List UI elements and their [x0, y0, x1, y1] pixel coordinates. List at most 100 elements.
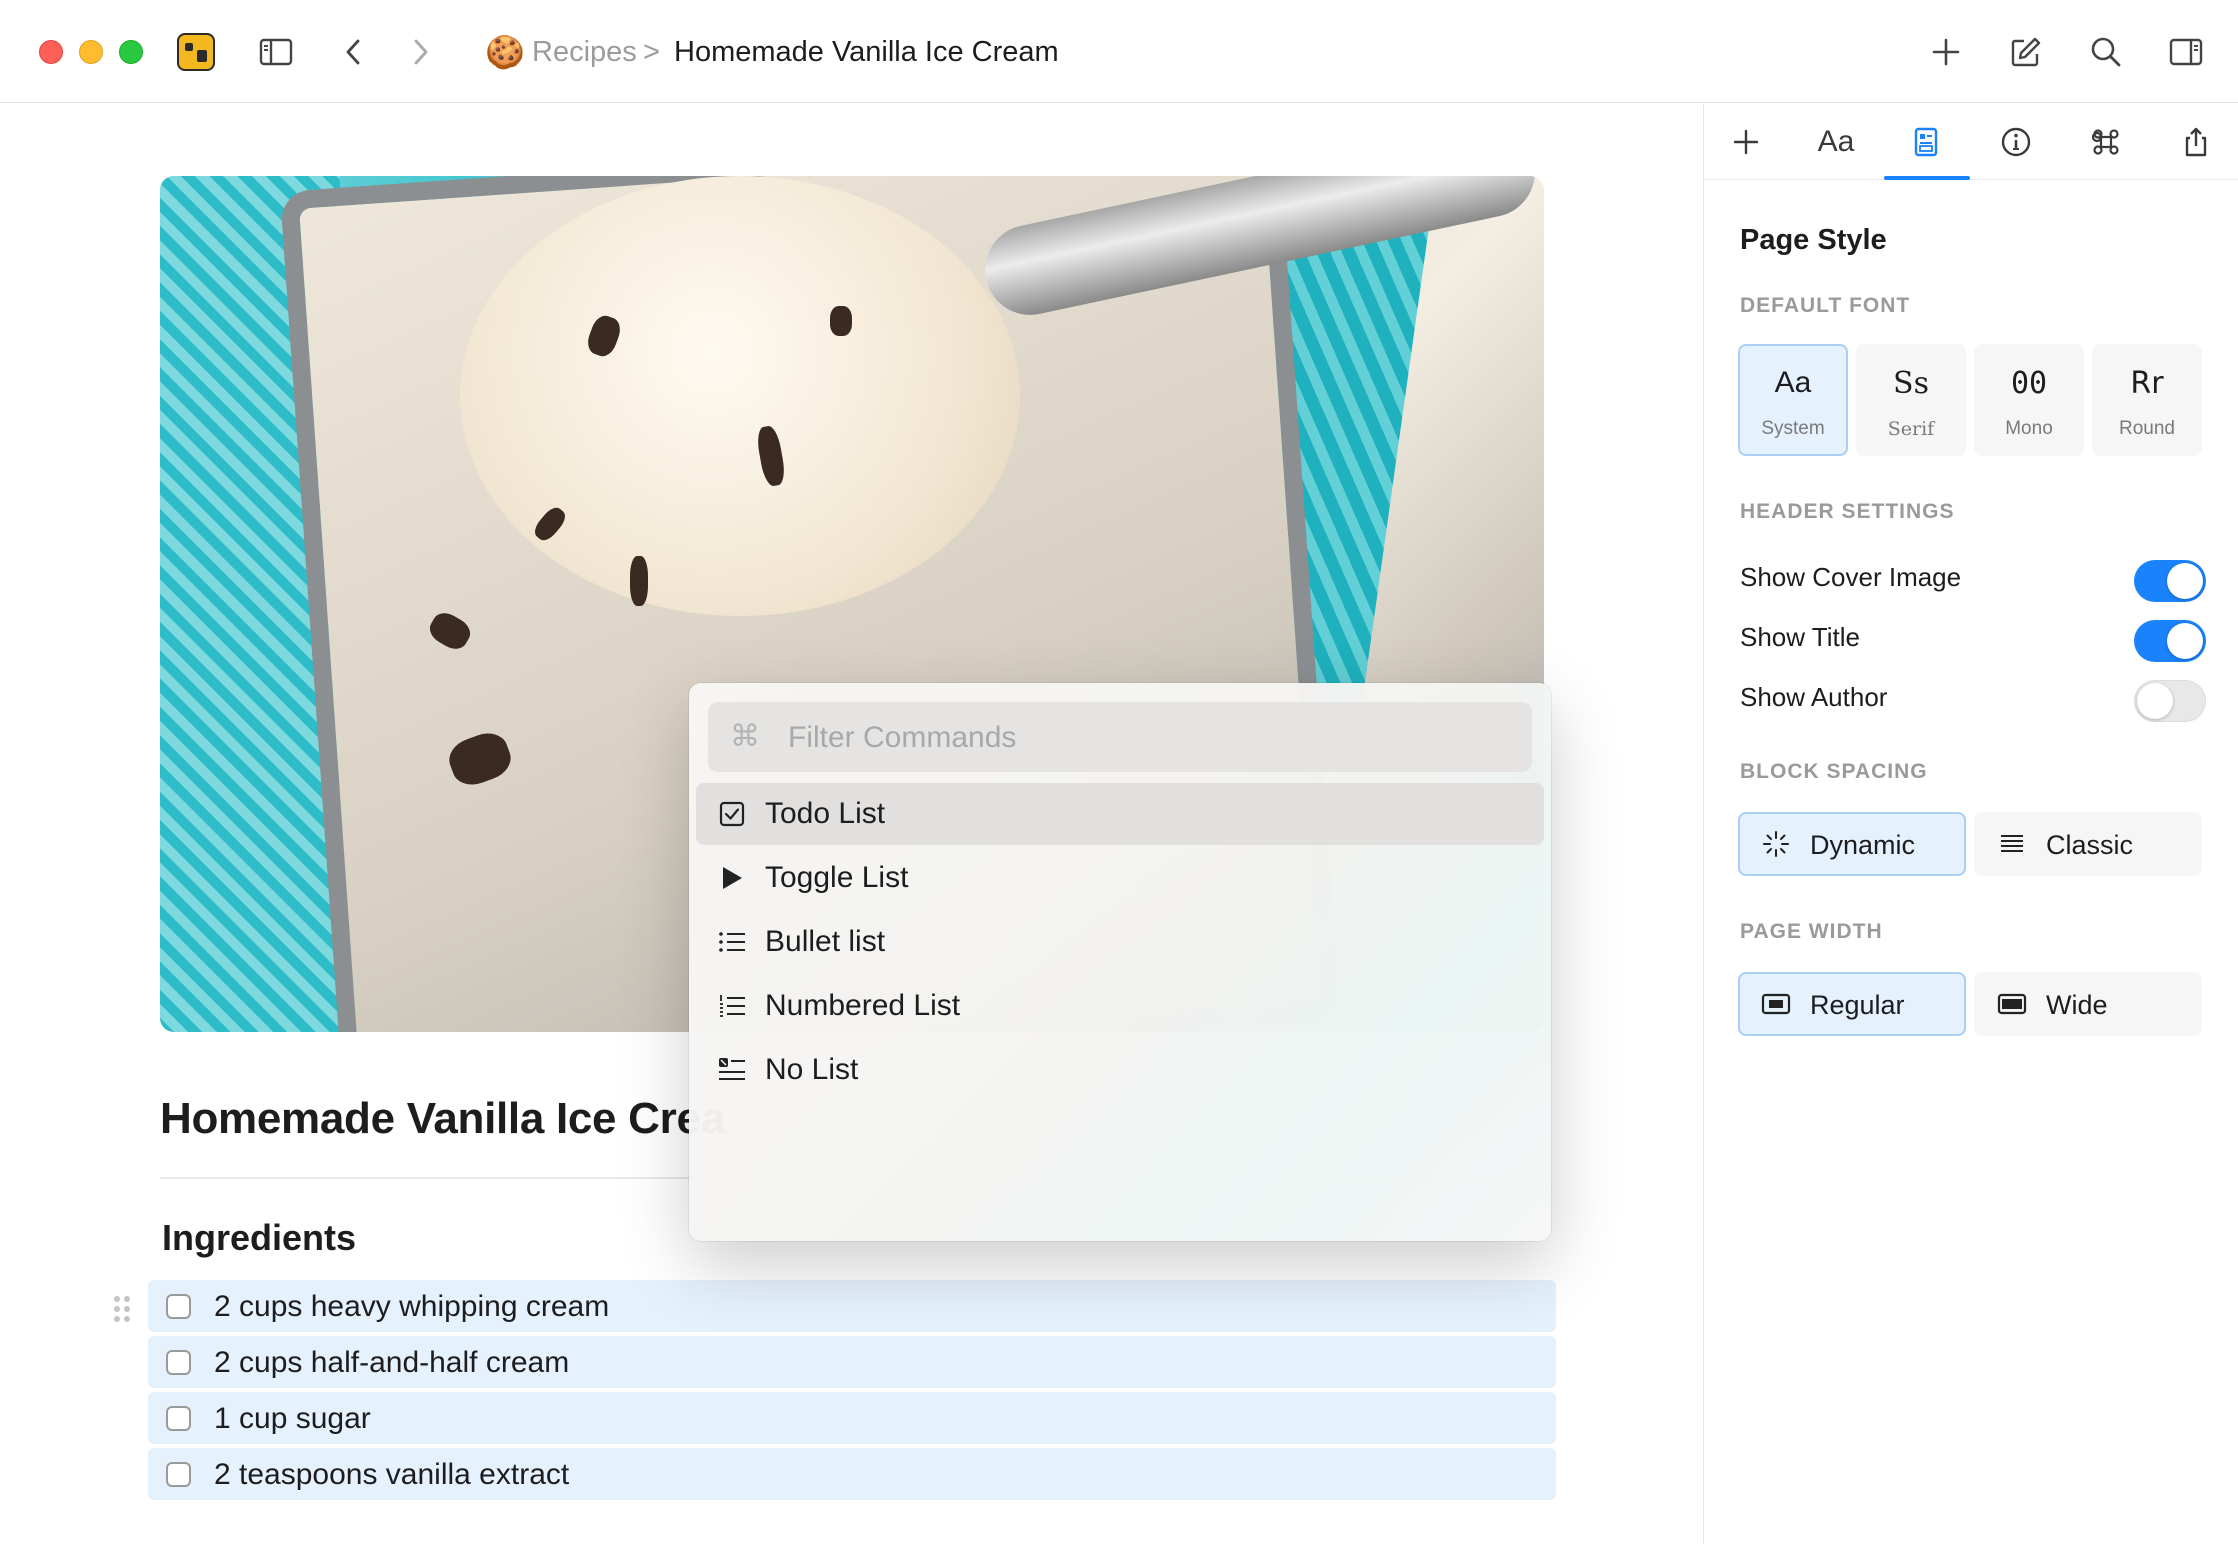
command-toggle-list[interactable]: Toggle List	[696, 847, 1544, 909]
todo-checkbox[interactable]	[166, 1350, 191, 1375]
command-no-list[interactable]: No List	[696, 1039, 1544, 1101]
todo-checkbox[interactable]	[166, 1406, 191, 1431]
command-numbered-list[interactable]: Numbered List	[696, 975, 1544, 1037]
search-icon	[2091, 37, 2121, 67]
close-window-button[interactable]	[39, 40, 63, 64]
plus-icon	[1733, 129, 1759, 155]
todo-item[interactable]: 2 teaspoons vanilla extract	[148, 1448, 1556, 1500]
sidebar-toggle-button[interactable]	[254, 30, 298, 74]
back-button[interactable]	[332, 30, 376, 74]
numbered-list-icon	[716, 990, 748, 1022]
block-spacing-option-label: Dynamic	[1810, 830, 1916, 860]
block-drag-handle[interactable]	[112, 1294, 132, 1324]
command-label: No List	[765, 1053, 859, 1086]
show-author-toggle[interactable]	[2134, 680, 2206, 722]
command-palette: ⌘ Todo List Toggle List Bullet list	[689, 683, 1551, 1241]
tab-info[interactable]	[1986, 116, 2046, 168]
inspector-panel: Aa Page Style DEFAULT FONT Aa System Ss …	[1703, 104, 2238, 1544]
new-item-button[interactable]	[1924, 30, 1968, 74]
zoom-window-button[interactable]	[119, 40, 143, 64]
tab-shortcuts[interactable]	[2076, 116, 2136, 168]
sidebar-icon	[259, 38, 293, 66]
chevron-left-icon	[346, 39, 360, 65]
font-option-mono[interactable]: 00 Mono	[1974, 344, 2084, 456]
todo-item[interactable]: 1 cup sugar	[148, 1392, 1556, 1444]
command-label: Todo List	[765, 797, 886, 830]
search-button[interactable]	[2084, 30, 2128, 74]
lines-icon	[1996, 829, 2028, 859]
page-width-option-label: Regular	[1810, 990, 1905, 1020]
typography-tab-label: Aa	[1817, 125, 1855, 158]
filter-commands-field[interactable]: ⌘	[708, 702, 1532, 772]
inspector-title: Page Style	[1740, 224, 1887, 256]
todo-text[interactable]: 2 cups heavy whipping cream	[214, 1290, 609, 1324]
page-style-icon	[1914, 127, 1938, 157]
section-label-header-settings: HEADER SETTINGS	[1740, 500, 1955, 523]
command-label: Toggle List	[765, 861, 909, 894]
font-option-serif[interactable]: Ss Serif	[1856, 344, 1966, 456]
command-bullet-list[interactable]: Bullet list	[696, 911, 1544, 973]
breadcrumb-parent-recipes[interactable]: Recipes	[532, 36, 637, 69]
inspector-tab-bar: Aa	[1704, 104, 2238, 180]
todo-text[interactable]: 2 cups half-and-half cream	[214, 1346, 569, 1380]
tab-add[interactable]	[1716, 116, 1776, 168]
font-glyph: Ss	[1893, 366, 1929, 401]
plus-icon	[1932, 38, 1960, 66]
tab-typography[interactable]: Aa	[1806, 116, 1866, 168]
chevron-right-icon	[414, 39, 428, 65]
sparkle-icon	[1760, 829, 1792, 859]
compose-icon	[2011, 37, 2041, 67]
todo-checkbox[interactable]	[166, 1462, 191, 1487]
breadcrumb-emoji: 🍪	[485, 33, 525, 71]
font-name: System	[1761, 418, 1825, 439]
command-label: Numbered List	[765, 989, 961, 1022]
todo-checkbox[interactable]	[166, 1294, 191, 1319]
section-label-default-font: DEFAULT FONT	[1740, 294, 1911, 317]
page-title[interactable]: Homemade Vanilla Ice Crea	[160, 1094, 725, 1144]
info-icon	[2001, 127, 2031, 157]
block-spacing-option-label: Classic	[2046, 830, 2134, 860]
share-icon	[2185, 127, 2207, 157]
minimize-window-button[interactable]	[79, 40, 103, 64]
todo-item[interactable]: 2 cups half-and-half cream	[148, 1336, 1556, 1388]
forward-button[interactable]	[398, 30, 442, 74]
regular-width-icon	[1760, 989, 1792, 1019]
editor-area[interactable]: Homemade Vanilla Ice Crea Ingredients 2 …	[0, 104, 1702, 1544]
section-label-block-spacing: BLOCK SPACING	[1740, 760, 1928, 783]
command-icon	[2091, 129, 2119, 155]
app-icon[interactable]	[177, 33, 215, 71]
font-glyph: Rr	[2130, 366, 2164, 401]
toggle-label-show-author: Show Author	[1740, 682, 1888, 712]
command-todo-list[interactable]: Todo List	[696, 783, 1544, 845]
tab-page-style[interactable]	[1896, 116, 1956, 168]
active-tab-indicator	[1884, 176, 1970, 180]
todo-text[interactable]: 2 teaspoons vanilla extract	[214, 1458, 569, 1492]
font-option-round[interactable]: Rr Round	[2092, 344, 2202, 456]
toggle-label-show-title: Show Title	[1740, 622, 1860, 652]
show-cover-image-toggle[interactable]	[2134, 560, 2206, 602]
breadcrumb-separator: >	[643, 36, 660, 68]
toggle-label-show-cover-image: Show Cover Image	[1740, 562, 1962, 592]
block-spacing-dynamic-button[interactable]: Dynamic	[1738, 812, 1966, 876]
todo-item[interactable]: 2 cups heavy whipping cream	[148, 1280, 1556, 1332]
breadcrumb-current-page: Homemade Vanilla Ice Cream	[674, 36, 1059, 68]
section-heading-ingredients[interactable]: Ingredients	[162, 1217, 356, 1259]
todo-text[interactable]: 1 cup sugar	[214, 1402, 371, 1436]
font-name: Mono	[2005, 418, 2053, 439]
page-width-regular-button[interactable]: Regular	[1738, 972, 1966, 1036]
filter-commands-input[interactable]	[788, 716, 1508, 760]
title-bar: 🍪 Recipes > Homemade Vanilla Ice Cream	[0, 0, 2238, 103]
font-glyph: Aa	[1774, 366, 1812, 399]
font-option-system[interactable]: Aa System	[1738, 344, 1848, 456]
block-spacing-classic-button[interactable]: Classic	[1974, 812, 2202, 876]
play-triangle-icon	[716, 862, 748, 894]
tab-share[interactable]	[2166, 116, 2226, 168]
page-width-wide-button[interactable]: Wide	[1974, 972, 2202, 1036]
compose-button[interactable]	[2004, 30, 2048, 74]
font-name: Round	[2119, 418, 2175, 439]
inspector-toggle-button[interactable]	[2164, 30, 2208, 74]
inspector-toggle-icon	[2169, 38, 2203, 66]
show-title-toggle[interactable]	[2134, 620, 2206, 662]
font-name: Serif	[1887, 418, 1935, 440]
command-label: Bullet list	[765, 925, 886, 958]
